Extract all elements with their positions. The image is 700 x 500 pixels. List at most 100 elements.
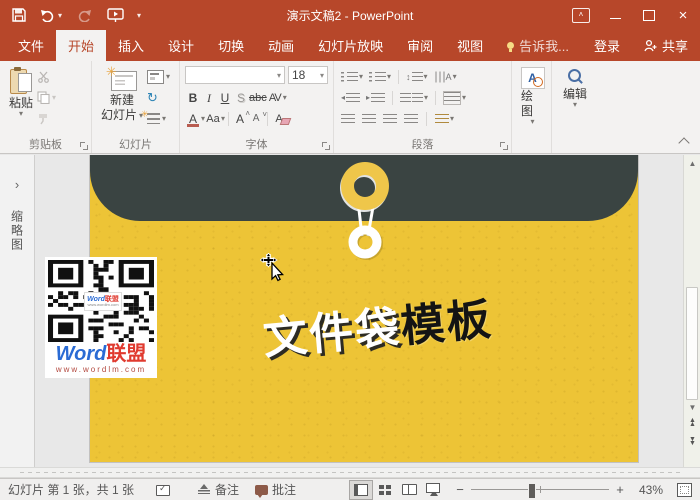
clipboard-dialog-launcher-icon[interactable] xyxy=(78,140,89,151)
customize-qat-icon[interactable]: ▾ xyxy=(137,11,141,20)
slide-title[interactable]: 文件袋模板 xyxy=(203,278,552,372)
decrease-indent-button[interactable]: ◂ xyxy=(339,92,362,104)
normal-view-button[interactable] xyxy=(349,480,373,500)
zoom-slider[interactable] xyxy=(471,483,609,497)
zoom-controls: − + 43% xyxy=(455,482,700,497)
numbering-button[interactable]: ▾ xyxy=(367,71,393,83)
tab-view[interactable]: 视图 xyxy=(445,30,495,61)
align-right-button[interactable] xyxy=(381,113,399,125)
slide[interactable]: 文件袋模板 xyxy=(90,155,638,462)
character-spacing-button[interactable]: AV xyxy=(267,91,283,105)
line-spacing-button[interactable]: ↕▾ xyxy=(404,71,430,83)
slide-title-white-part: 文件袋 xyxy=(261,302,403,365)
slideshow-view-button[interactable] xyxy=(421,480,445,500)
undo-dropdown-icon[interactable]: ▾ xyxy=(58,11,62,20)
magnifier-icon xyxy=(565,67,585,87)
cut-button[interactable] xyxy=(37,69,56,84)
proofing-status-icon[interactable] xyxy=(156,484,170,496)
share-button[interactable]: 共享 xyxy=(632,30,700,61)
strikethrough-button[interactable]: abc xyxy=(249,91,267,105)
italic-button[interactable]: I xyxy=(201,91,217,105)
qr-center-logo: Word联盟 www.wordlm.com xyxy=(84,292,122,311)
drawing-menu-button[interactable]: A 绘图 ▾ xyxy=(517,66,548,126)
comments-toggle[interactable]: 批注 xyxy=(255,481,296,498)
horizontal-scrollbar[interactable] xyxy=(0,467,700,478)
reading-view-button[interactable] xyxy=(397,480,421,500)
bold-button[interactable]: B xyxy=(185,91,201,105)
group-paragraph: ▾ ▾ ↕▾ A▾ ◂ ▸ ▾ ▾ ▾ 段落 xyxy=(334,61,512,153)
tab-animations[interactable]: 动画 xyxy=(256,30,306,61)
tab-insert[interactable]: 插入 xyxy=(106,30,156,61)
vertical-scrollbar[interactable]: ▲ ▼ ▲▲ ▼▼ xyxy=(683,155,700,467)
next-slide-icon[interactable]: ▼▼ xyxy=(684,438,700,446)
layout-button[interactable]: ▾ xyxy=(147,69,170,84)
tab-home[interactable]: 开始 xyxy=(56,30,106,61)
font-name-combo[interactable]: ▾ xyxy=(185,66,285,84)
new-slide-icon: ✳ xyxy=(107,67,137,91)
columns-button[interactable]: ▾ xyxy=(398,92,430,104)
new-slide-button[interactable]: ✳ 新建 幻灯片▾ xyxy=(97,66,147,126)
tab-file[interactable]: 文件 xyxy=(6,30,56,61)
minimize-button[interactable] xyxy=(598,0,632,30)
reset-icon: ↻ xyxy=(147,92,158,104)
maximize-button[interactable] xyxy=(632,0,666,30)
tab-tell-me[interactable]: 告诉我... xyxy=(495,30,581,61)
change-case-button[interactable]: Aa xyxy=(205,112,221,126)
font-dialog-launcher-icon[interactable] xyxy=(320,140,331,151)
bullets-button[interactable]: ▾ xyxy=(339,71,365,83)
slide-sorter-view-button[interactable] xyxy=(373,480,397,500)
section-icon: ✳ xyxy=(147,113,160,124)
slide-sorter-icon xyxy=(379,485,391,495)
ribbon-display-options-button[interactable]: ˄ xyxy=(564,0,598,30)
underline-button[interactable]: U xyxy=(217,91,233,105)
align-text-button[interactable]: ▾ xyxy=(441,90,468,106)
group-label-slides: 幻灯片 xyxy=(92,136,179,152)
scroll-down-icon[interactable]: ▼ xyxy=(684,403,700,412)
text-shadow-button[interactable]: S xyxy=(233,91,249,105)
tab-slideshow[interactable]: 幻灯片放映 xyxy=(306,30,395,61)
zoom-in-button[interactable]: + xyxy=(615,482,625,497)
convert-to-smartart-button[interactable]: ▾ xyxy=(433,113,456,125)
view-switcher xyxy=(349,480,445,500)
collapse-ribbon-icon[interactable] xyxy=(678,137,689,148)
close-button[interactable]: × xyxy=(666,0,700,30)
editing-menu-button[interactable]: 编辑 ▾ xyxy=(557,66,593,109)
thumbnails-pane-collapsed[interactable]: › 缩略图 xyxy=(0,155,35,467)
tab-review[interactable]: 审阅 xyxy=(395,30,445,61)
justify-button[interactable] xyxy=(402,113,420,125)
zoom-out-button[interactable]: − xyxy=(455,482,465,497)
group-font: ▾ 18▾ B I U S abc AV ▾ A ▾ Aa ▾ A A xyxy=(180,61,334,153)
scroll-up-icon[interactable]: ▲ xyxy=(684,159,700,168)
undo-button[interactable]: ▾ xyxy=(41,9,62,22)
section-button[interactable]: ✳▾ xyxy=(147,111,170,126)
sign-in-button[interactable]: 登录 xyxy=(582,30,632,61)
font-size-combo[interactable]: 18▾ xyxy=(288,66,328,84)
increase-indent-button[interactable]: ▸ xyxy=(364,92,387,104)
slide-canvas[interactable]: 文件袋模板 Word联盟 www.wordlm.com Word联盟 www.w… xyxy=(35,155,683,467)
paste-button[interactable]: 粘贴 ▾ xyxy=(5,66,37,126)
shrink-font-button[interactable]: A xyxy=(248,112,264,126)
tab-design[interactable]: 设计 xyxy=(156,30,206,61)
notes-toggle[interactable]: 备注 xyxy=(198,481,239,498)
scrollbar-thumb[interactable] xyxy=(686,287,698,400)
font-color-button[interactable]: A xyxy=(185,112,201,126)
redo-icon-disabled xyxy=(75,6,93,24)
save-icon[interactable] xyxy=(10,6,28,24)
grow-font-button[interactable]: A xyxy=(232,112,248,126)
format-painter-button[interactable] xyxy=(37,111,56,126)
drawing-icon: A xyxy=(521,67,545,89)
fit-slide-to-window-button[interactable] xyxy=(677,483,692,497)
text-direction-button[interactable]: A▾ xyxy=(432,71,459,83)
clear-formatting-button[interactable]: A xyxy=(271,112,287,126)
reset-button[interactable]: ↻ xyxy=(147,90,170,105)
tab-transitions[interactable]: 切换 xyxy=(206,30,256,61)
zoom-percentage: 43% xyxy=(631,483,663,497)
paragraph-dialog-launcher-icon[interactable] xyxy=(498,140,509,151)
align-left-button[interactable] xyxy=(339,113,357,125)
copy-button[interactable]: ▾ xyxy=(37,90,56,105)
previous-slide-icon[interactable]: ▲▲ xyxy=(684,419,700,427)
expand-pane-icon[interactable]: › xyxy=(15,177,19,192)
zoom-slider-thumb[interactable] xyxy=(528,483,536,499)
start-slideshow-icon[interactable] xyxy=(106,6,124,24)
align-center-button[interactable] xyxy=(360,113,378,125)
